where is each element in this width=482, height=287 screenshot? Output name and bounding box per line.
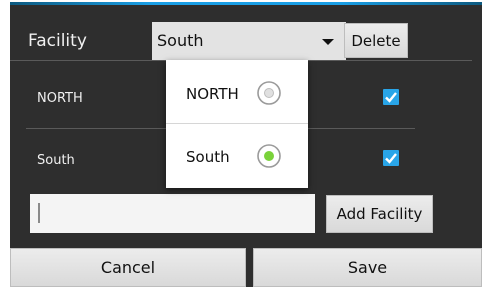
facility-name: South [37, 153, 75, 168]
facility-name: NORTH [37, 91, 83, 106]
dropdown-option-north[interactable]: NORTH [166, 60, 308, 123]
facility-label: Facility [28, 31, 87, 51]
radio-unselected-icon[interactable] [256, 80, 282, 106]
checkbox-checked-icon[interactable] [382, 88, 400, 106]
delete-button[interactable]: Delete [344, 23, 408, 58]
cancel-button[interactable]: Cancel [10, 248, 246, 287]
chevron-down-icon [322, 39, 334, 45]
facility-select-value: South [157, 31, 204, 50]
save-button[interactable]: Save [253, 248, 482, 287]
radio-selected-icon[interactable] [256, 143, 282, 169]
facility-name-input[interactable] [30, 194, 315, 233]
checkbox-checked-icon[interactable] [382, 149, 400, 167]
accent-bar [10, 2, 482, 5]
text-cursor [38, 203, 40, 223]
facility-select[interactable]: South [152, 22, 346, 60]
option-label: South [186, 148, 230, 166]
add-facility-button[interactable]: Add Facility [326, 195, 433, 233]
dropdown-option-south[interactable]: South [166, 124, 308, 187]
facility-dropdown-popup: NORTH South [166, 60, 308, 188]
option-label: NORTH [186, 85, 239, 103]
facility-dialog: Facility South Delete NORTH South Add Fa… [10, 2, 482, 287]
